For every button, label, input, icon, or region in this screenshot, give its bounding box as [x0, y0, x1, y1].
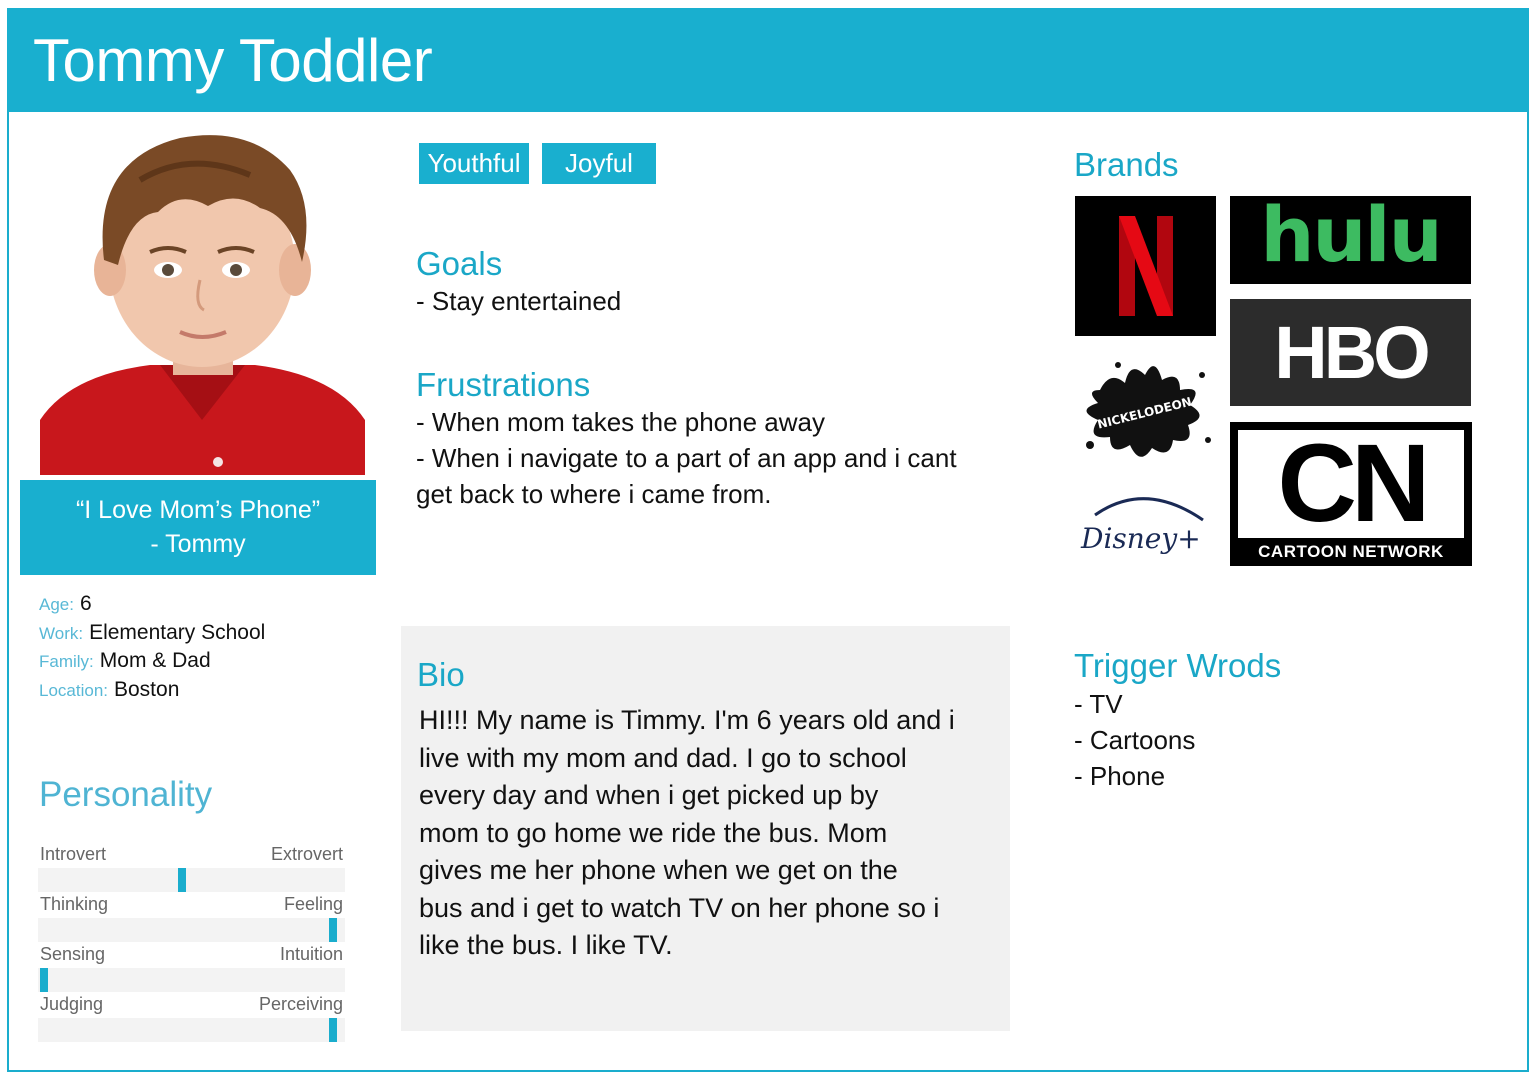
trait-track	[38, 1018, 345, 1042]
info-value: Mom & Dad	[99, 649, 211, 672]
trigger-word-item: - Phone	[1074, 761, 1166, 791]
tag-youthful: Youthful	[419, 143, 529, 184]
info-age: Age: 6	[39, 592, 265, 621]
header-bar: Tommy Toddler	[7, 8, 1529, 112]
bio-title: Bio	[417, 656, 465, 693]
frustrations-list: - When mom takes the phone away - When i…	[416, 404, 957, 512]
tag-joyful: Joyful	[542, 143, 656, 184]
trait-track	[38, 968, 345, 992]
info-location: Location: Boston	[39, 678, 265, 707]
trait-right-label: Extrovert	[270, 844, 343, 864]
bio-line: bus and i get to watch TV on her phone s…	[419, 892, 940, 923]
trigger-word-item: - TV	[1074, 689, 1123, 719]
trigger-word-item: - Cartoons	[1074, 725, 1196, 755]
frustrations-title: Frustrations	[416, 366, 591, 403]
trait-left-label: Introvert	[40, 844, 107, 864]
quote-text: “I Love Mom’s Phone”	[75, 496, 321, 524]
info-family: Family: Mom & Dad	[39, 649, 265, 678]
trait-marker	[178, 868, 187, 892]
nickelodeon-logo: NICKELODEON	[1070, 345, 1220, 470]
goals-title: Goals	[416, 245, 503, 282]
trait-right-label: Feeling	[283, 894, 343, 914]
info-work: Work: Elementary School	[39, 621, 265, 650]
trait-sensing-intuition: Sensing Intuition	[38, 942, 345, 992]
trigger-words-title: Trigger Wrods	[1074, 647, 1282, 684]
info-label: Age:	[39, 595, 74, 614]
trait-marker	[328, 1018, 337, 1042]
trait-introvert-extrovert: Introvert Extrovert	[38, 842, 345, 892]
quote-author: - Tommy	[150, 530, 246, 558]
cartoon-network-logo: CN CARTOON NETWORK	[1230, 422, 1472, 566]
bio-line: every day and when i get picked up by	[419, 780, 879, 810]
hulu-wordmark: hulu	[1260, 196, 1442, 279]
goals-list: - Stay entertained	[416, 283, 621, 319]
brands-title: Brands	[1074, 146, 1179, 183]
disney-plus-logo: Disney+	[1075, 480, 1220, 565]
info-value: Boston	[114, 677, 180, 701]
disney-wordmark: Disney+	[1080, 522, 1201, 555]
trait-left-label: Sensing	[40, 944, 106, 964]
trait-marker	[40, 968, 49, 992]
trait-right-label: Perceiving	[258, 994, 343, 1014]
frustration-item: - When i navigate to a part of an app an…	[416, 443, 957, 473]
persona-photo	[40, 120, 365, 475]
bio-line: mom to go home we ride the bus. Mom	[419, 817, 888, 848]
trait-left-label: Judging	[40, 994, 104, 1014]
info-label: Work:	[39, 623, 84, 643]
trait-thinking-feeling: Thinking Feeling	[38, 892, 345, 942]
persona-quote: “I Love Mom’s Phone” - Tommy	[20, 480, 376, 575]
hbo-logo: HBO	[1230, 299, 1471, 406]
frustration-item: - When mom takes the phone away	[416, 407, 825, 437]
bio-line: live with my mom and dad. I go to school	[419, 742, 907, 773]
info-label: Location:	[39, 680, 108, 700]
goal-item: - Stay entertained	[416, 286, 622, 316]
personality-title: Personality	[39, 775, 213, 814]
cn-mark-box: CN	[1238, 422, 1464, 545]
bio-text: HI!!! My name is Timmy. I'm 6 years old …	[419, 702, 955, 965]
info-label: Family:	[39, 652, 94, 671]
info-value: Elementary School	[89, 620, 266, 644]
netflix-logo	[1075, 196, 1216, 336]
trait-right-label: Intuition	[279, 944, 343, 964]
cn-wordmark: CARTOON NETWORK	[1258, 542, 1444, 561]
persona-name: Tommy Toddler	[33, 27, 433, 94]
cn-mark: CN	[1277, 422, 1431, 545]
trait-track	[38, 918, 345, 942]
trait-track	[38, 868, 345, 892]
trait-judging-perceiving: Judging Perceiving	[38, 992, 345, 1042]
persona-info: Age: 6 Work: Elementary School Family: Mom …	[39, 592, 265, 706]
frustration-item: get back to where i came from.	[416, 479, 772, 509]
info-value: 6	[79, 592, 92, 615]
hbo-wordmark: HBO	[1274, 310, 1430, 394]
bio-line: like the bus. I like TV.	[419, 930, 673, 960]
trigger-words-list: - TV - Cartoons - Phone	[1074, 686, 1195, 794]
trait-marker	[328, 918, 337, 942]
hulu-logo: hulu	[1230, 196, 1471, 284]
trait-left-label: Thinking	[40, 894, 109, 914]
bio-line: gives me her phone when we get on the	[419, 855, 898, 885]
bio-line: HI!!! My name is Timmy. I'm 6 years old …	[419, 705, 955, 735]
